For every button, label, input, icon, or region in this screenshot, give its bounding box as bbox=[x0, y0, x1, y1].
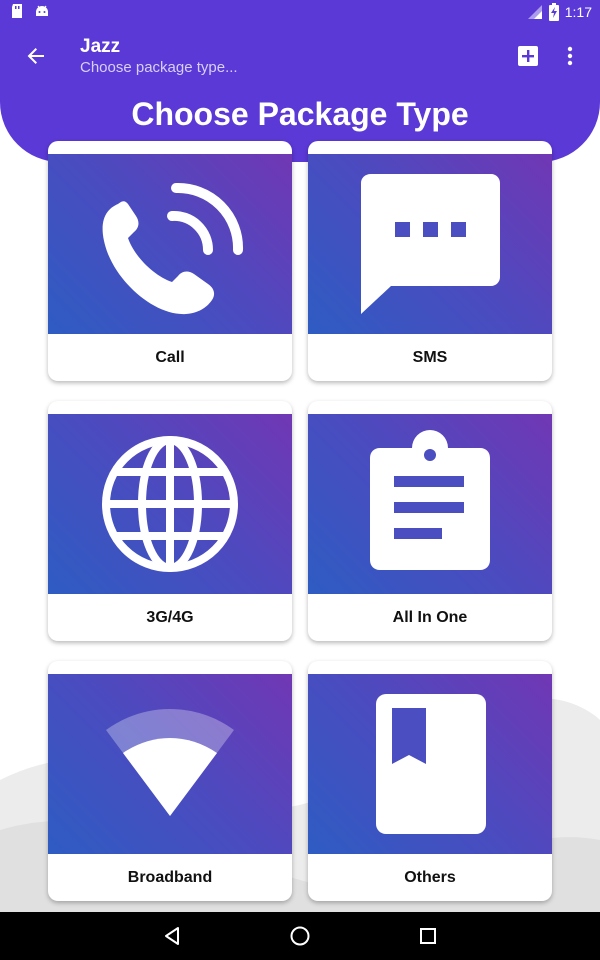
card-label: All In One bbox=[392, 609, 468, 626]
status-time: 1:17 bbox=[564, 4, 592, 20]
card-image bbox=[308, 414, 552, 594]
add-box-icon bbox=[518, 46, 538, 66]
package-card-call[interactable]: Call bbox=[48, 141, 292, 381]
nav-recents-button[interactable] bbox=[416, 924, 440, 948]
arrow-left-icon bbox=[27, 48, 44, 64]
card-label: Others bbox=[404, 869, 456, 886]
package-card-all-in-one[interactable]: All In One bbox=[308, 401, 552, 641]
add-button[interactable] bbox=[516, 44, 540, 68]
card-label: Call bbox=[155, 349, 185, 366]
card-image bbox=[48, 154, 292, 334]
sd-card-icon bbox=[12, 4, 22, 18]
app-bar: Jazz Choose package type... bbox=[0, 24, 600, 88]
app-title: Jazz bbox=[80, 36, 121, 57]
card-label: SMS bbox=[412, 349, 448, 366]
back-triangle-icon bbox=[165, 927, 179, 945]
wifi-signal-icon bbox=[106, 709, 234, 816]
card-label: 3G/4G bbox=[146, 609, 194, 626]
android-icon bbox=[36, 5, 48, 16]
card-label: Broadband bbox=[127, 869, 213, 886]
package-card-others[interactable]: Others bbox=[308, 661, 552, 901]
card-image bbox=[308, 674, 552, 854]
more-vertical-icon bbox=[567, 46, 573, 66]
clipboard-icon bbox=[370, 430, 490, 570]
bookmark-book-icon bbox=[376, 694, 486, 834]
chat-bubble-icon bbox=[361, 174, 500, 314]
card-image bbox=[48, 414, 292, 594]
status-bar: 1:17 bbox=[0, 0, 600, 24]
package-card-3g-4g[interactable]: 3G/4G bbox=[48, 401, 292, 641]
globe-icon bbox=[102, 436, 238, 572]
phone-ringing-icon bbox=[102, 182, 244, 315]
signal-icon bbox=[527, 5, 542, 19]
nav-back-button[interactable] bbox=[160, 924, 184, 948]
package-card-sms[interactable]: SMS bbox=[308, 141, 552, 381]
back-button[interactable] bbox=[20, 40, 52, 72]
home-circle-icon bbox=[290, 926, 310, 946]
battery-charging-icon bbox=[548, 3, 559, 21]
more-options-button[interactable] bbox=[558, 44, 582, 68]
recents-square-icon bbox=[420, 928, 436, 944]
card-image bbox=[308, 154, 552, 334]
nav-home-button[interactable] bbox=[288, 924, 312, 948]
card-image bbox=[48, 674, 292, 854]
package-card-broadband[interactable]: Broadband bbox=[48, 661, 292, 901]
page-heading: Choose Package Type bbox=[131, 96, 469, 132]
app-subtitle: Choose package type... bbox=[80, 59, 238, 76]
title-block: Jazz Choose package type... bbox=[80, 36, 238, 78]
system-nav-bar bbox=[0, 912, 600, 960]
